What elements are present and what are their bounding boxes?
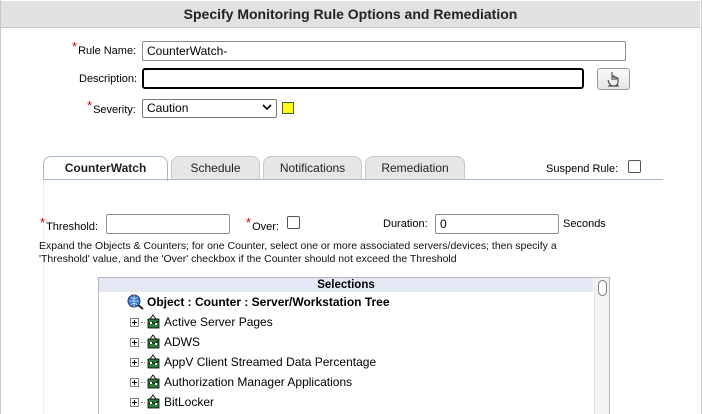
tab-counterwatch[interactable]: CounterWatch (43, 156, 168, 181)
tree-connector (141, 361, 145, 363)
performance-object-icon (147, 354, 160, 369)
severity-select-value: Caution (147, 101, 189, 115)
suspend-rule-checkbox[interactable] (628, 160, 641, 173)
required-marker: * (40, 215, 46, 230)
tab-notifications[interactable]: Notifications (263, 156, 362, 180)
suspend-rule-label: Suspend Rule: (546, 163, 619, 175)
duration-label: Duration: (383, 218, 428, 230)
performance-object-icon (147, 394, 160, 409)
tree-root-label: Object : Counter : Server/Workstation Tr… (147, 295, 390, 309)
expand-icon[interactable] (130, 317, 139, 327)
severity-label-group: *Severity: (87, 98, 136, 116)
hand-pointer-icon (607, 72, 619, 87)
tree-item-label: AppV Client Streamed Data Percentage (164, 355, 377, 369)
tree-item-label: ADWS (164, 335, 200, 349)
rule-name-label: Rule Name: (78, 45, 137, 57)
rule-name-label-group: *Rule Name: (72, 39, 137, 57)
scrollbar-thumb[interactable] (598, 280, 607, 296)
expand-icon[interactable] (130, 357, 139, 367)
tree-connector (141, 401, 145, 403)
selections-tree[interactable]: Selections Object : Counter : Server/Wor… (98, 277, 610, 414)
selections-header: Selections (99, 278, 593, 292)
expand-icon[interactable] (130, 337, 139, 347)
performance-object-icon (147, 374, 160, 389)
threshold-label: Threshold: (46, 221, 99, 233)
duration-input[interactable] (435, 214, 559, 234)
globe-search-icon (127, 294, 144, 310)
over-label-group: *Over: (246, 215, 279, 233)
instructions-text: Expand the Objects & Counters; for one C… (39, 240, 557, 265)
description-edit-button[interactable] (597, 68, 630, 90)
expand-icon[interactable] (130, 397, 139, 407)
over-label: Over: (252, 221, 279, 233)
severity-label: Severity: (93, 104, 136, 116)
performance-object-icon (147, 334, 160, 349)
tree-connector (141, 321, 145, 323)
vertical-scrollbar[interactable] (594, 278, 609, 414)
threshold-label-group: *Threshold: (40, 215, 99, 233)
tree-connector (141, 381, 145, 383)
chevron-down-icon (262, 102, 272, 117)
tree-item[interactable]: AppV Client Streamed Data Percentage (130, 352, 376, 372)
tree-root[interactable]: Object : Counter : Server/Workstation Tr… (127, 292, 390, 312)
tree-item[interactable]: BitLocker (130, 392, 214, 412)
tree-item[interactable]: ADWS (130, 332, 200, 352)
dialog-title: Specify Monitoring Rule Options and Reme… (1, 1, 700, 28)
required-marker: * (72, 39, 78, 54)
threshold-input[interactable] (106, 214, 230, 234)
tab-remediation[interactable]: Remediation (365, 156, 465, 180)
required-marker: * (246, 215, 252, 230)
tree-connector (141, 341, 145, 343)
rule-name-input[interactable] (142, 41, 626, 61)
tree-item-label: Active Server Pages (164, 315, 273, 329)
expand-icon[interactable] (130, 377, 139, 387)
tab-schedule[interactable]: Schedule (171, 156, 260, 180)
description-input[interactable] (142, 68, 584, 89)
over-checkbox[interactable] (287, 216, 300, 229)
tree-item[interactable]: Authorization Manager Applications (130, 372, 352, 392)
tree-item-label: Authorization Manager Applications (164, 375, 353, 389)
duration-unit: Seconds (563, 218, 606, 230)
description-label: Description: (79, 73, 138, 85)
tree-item-label: BitLocker (164, 395, 215, 409)
tree-item[interactable]: Active Server Pages (130, 312, 273, 332)
severity-select[interactable]: Caution (142, 99, 277, 118)
severity-color-swatch (282, 102, 294, 114)
required-marker: * (87, 98, 93, 113)
performance-object-icon (147, 314, 160, 329)
